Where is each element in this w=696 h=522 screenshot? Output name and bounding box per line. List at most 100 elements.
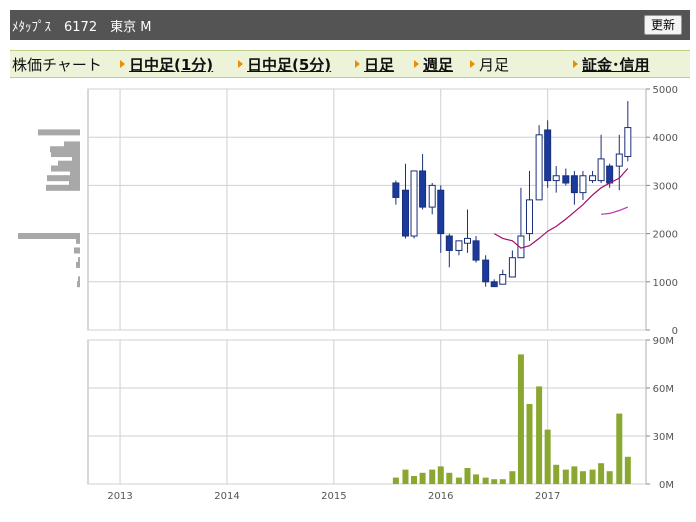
price-y-tick-label: 2000 — [653, 230, 678, 241]
candle-body — [463, 237, 471, 244]
arrow-icon — [238, 60, 243, 68]
stock-chart: 2013 2014 2015 2016 201701000200030004000500… — [18, 85, 678, 502]
candle-body — [544, 129, 552, 182]
x-tick-label: 2013 — [107, 491, 132, 502]
candle-body — [410, 170, 418, 237]
candle-body — [615, 153, 623, 167]
candle-body — [419, 170, 427, 208]
chart-header: ﾒﾀｯﾌﾟｽ 6172 東京 M 更新 — [10, 10, 690, 40]
candle-body — [570, 175, 578, 194]
volume-bar — [517, 354, 524, 484]
nav-item-label: 週足 — [423, 56, 454, 74]
nav-label: 株価チャート — [12, 56, 102, 74]
volume-bar — [509, 471, 516, 484]
volume-bar — [392, 477, 399, 484]
price-y-tick-label: 5000 — [653, 85, 678, 96]
volume-y-tick-label: 30M — [653, 432, 674, 443]
nav-item-label: 日中足(1分) — [129, 56, 214, 74]
volume-bar — [624, 456, 631, 484]
price-profile-bar — [38, 129, 80, 136]
arrow-icon — [573, 60, 578, 68]
price-profile-bar — [76, 237, 80, 244]
candle-body — [589, 175, 597, 182]
volume-y-tick-label: 60M — [653, 384, 674, 395]
volume-bar — [455, 477, 462, 484]
volume-bar — [598, 463, 605, 484]
x-tick-label: 2017 — [535, 491, 560, 502]
volume-bar — [499, 479, 506, 484]
chart-period-nav: 株価チャート 日中足(1分) 日中足(5分) 日足 週足 月足 証金･信用 — [10, 50, 690, 78]
volume-bar — [482, 477, 489, 484]
nav-item-label: 日中足(5分) — [247, 56, 332, 74]
volume-bar — [562, 469, 569, 484]
volume-bar — [473, 474, 480, 484]
candle-body — [606, 165, 614, 184]
volume-bar — [464, 468, 471, 484]
volume-bar — [419, 472, 426, 484]
candle-body — [445, 235, 453, 251]
candle-body — [597, 158, 605, 182]
candle-body — [552, 175, 560, 182]
nav-item-monthly: 月足 — [470, 54, 509, 75]
candle-body — [535, 134, 543, 201]
price-y-tick-label: 3000 — [653, 181, 678, 192]
volume-bar — [446, 472, 453, 484]
candle-body — [490, 281, 498, 288]
price-profile-bar — [18, 233, 80, 240]
price-profile-bar — [76, 261, 80, 268]
nav-item-label: 証金･信用 — [582, 56, 650, 74]
volume-bar — [536, 386, 543, 484]
candle-body — [401, 189, 409, 237]
candle-body — [455, 240, 463, 251]
arrow-icon — [120, 60, 125, 68]
volume-y-tick-label: 0M — [659, 480, 674, 491]
x-tick-label: 2015 — [321, 491, 346, 502]
arrow-icon — [414, 60, 419, 68]
volume-bar — [491, 479, 498, 484]
stock-title: ﾒﾀｯﾌﾟｽ 6172 東京 M — [12, 20, 152, 35]
arrow-icon — [470, 60, 475, 68]
volume-bar — [606, 471, 613, 484]
candle-body — [562, 175, 570, 184]
volume-panel-frame — [87, 339, 647, 485]
nav-item-intraday-1min[interactable]: 日中足(1分) — [120, 54, 213, 75]
volume-bar — [402, 469, 409, 484]
nav-item-label: 日足 — [364, 56, 395, 74]
volume-bar — [616, 413, 623, 484]
x-tick-label: 2016 — [428, 491, 453, 502]
price-y-tick-label: 1000 — [653, 278, 678, 289]
nav-item-weekly[interactable]: 週足 — [414, 54, 453, 75]
volume-bar — [579, 471, 586, 484]
volume-bar — [553, 464, 560, 484]
volume-bar — [571, 466, 578, 484]
volume-bar — [437, 466, 444, 484]
arrow-icon — [355, 60, 360, 68]
candle-body — [392, 182, 400, 198]
nav-item-label: 月足 — [479, 56, 510, 74]
volume-bar — [544, 429, 551, 484]
volume-bar — [411, 476, 418, 484]
nav-item-margin[interactable]: 証金･信用 — [573, 54, 650, 75]
candle-body — [437, 189, 445, 235]
candle-body — [624, 127, 632, 157]
candle-body — [508, 257, 516, 278]
x-tick-label: 2014 — [214, 491, 239, 502]
volume-bar — [429, 469, 436, 484]
nav-item-intraday-5min[interactable]: 日中足(5分) — [238, 54, 331, 75]
volume-y-tick-label: 90M — [653, 336, 674, 347]
refresh-button[interactable]: 更新 — [643, 15, 682, 35]
candle-body — [428, 184, 436, 208]
volume-bar — [589, 469, 596, 484]
volume-bar — [526, 404, 533, 484]
candle-body — [525, 199, 533, 235]
price-profile-bar — [46, 184, 80, 191]
candle-body — [499, 274, 507, 285]
candle-body — [472, 240, 480, 261]
price-panel-frame — [87, 88, 647, 331]
candle-body — [579, 175, 587, 194]
price-profile-bar — [74, 247, 80, 254]
candle-body — [482, 259, 490, 283]
nav-item-daily[interactable]: 日足 — [355, 54, 394, 75]
price-profile-bar — [77, 281, 80, 288]
price-y-tick-label: 4000 — [653, 133, 678, 144]
